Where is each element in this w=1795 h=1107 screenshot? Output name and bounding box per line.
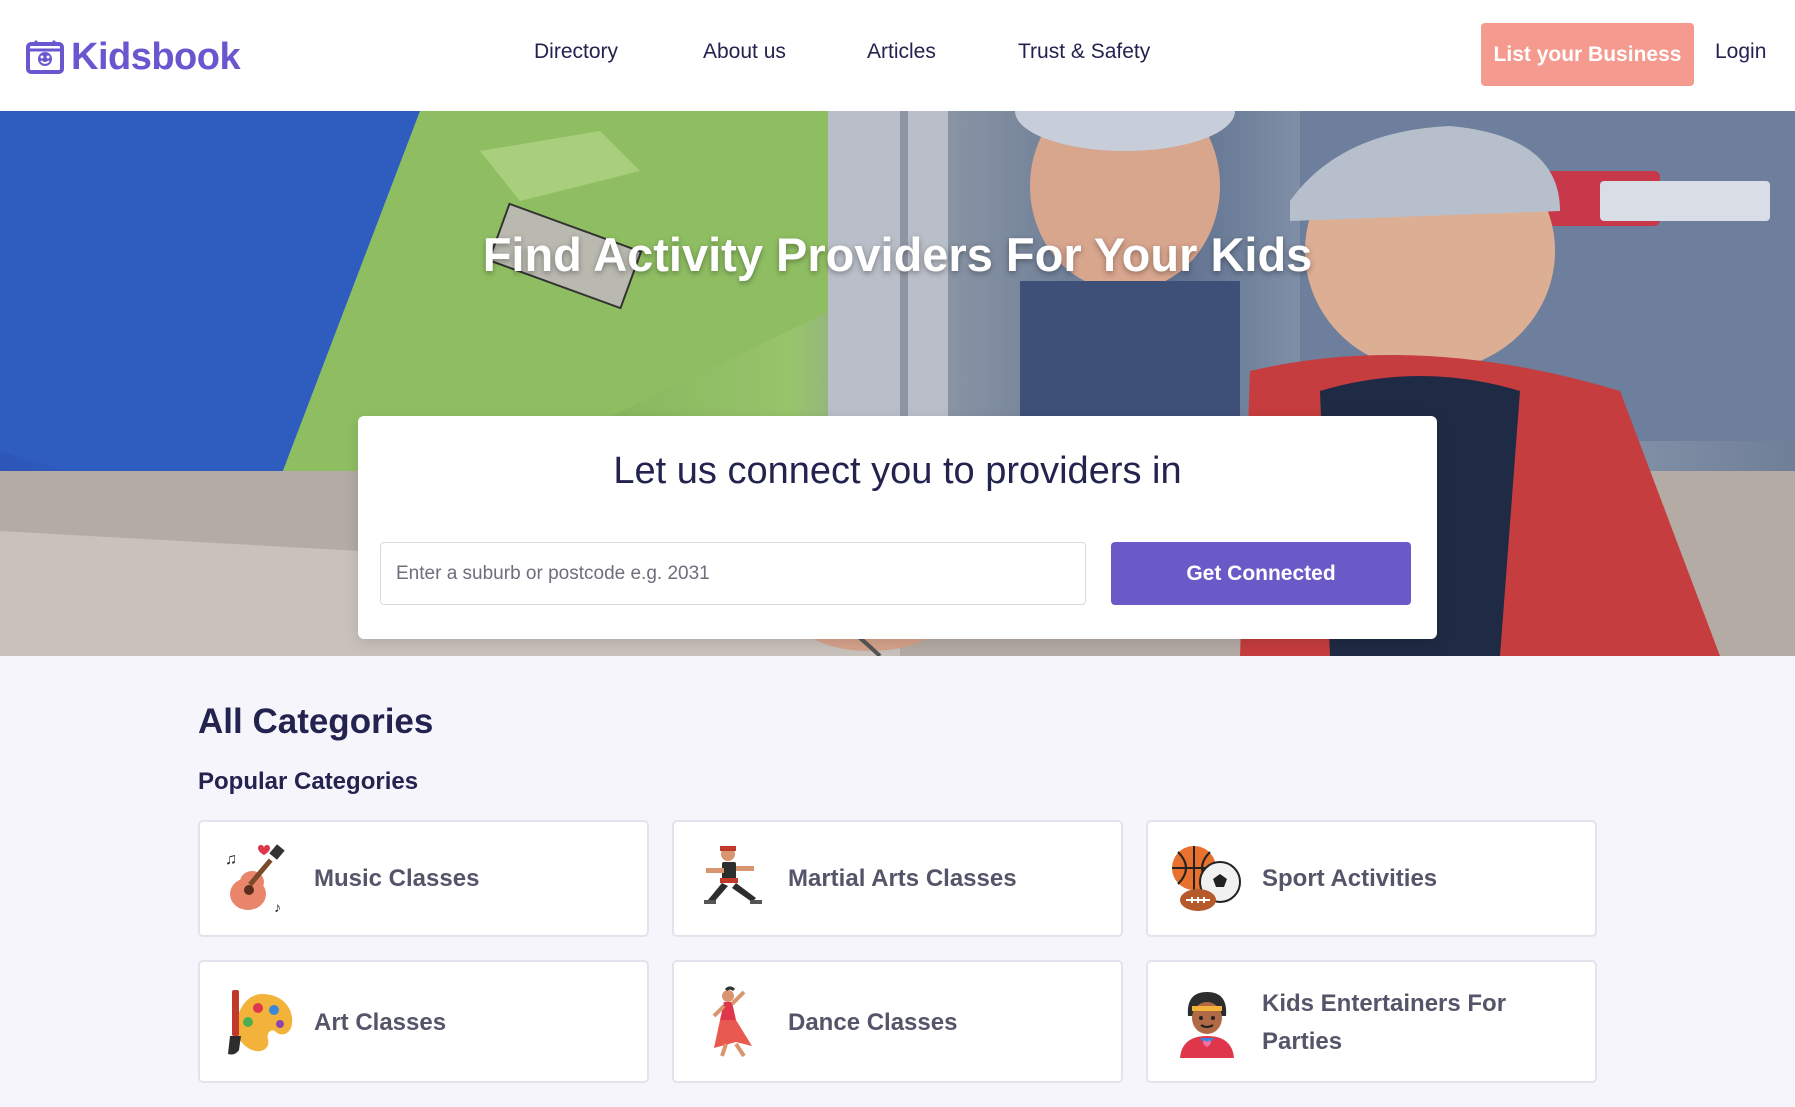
- nav-about-us[interactable]: About us: [703, 38, 786, 66]
- martial-arts-icon: [704, 846, 762, 904]
- connect-heading: Let us connect you to providers in: [613, 450, 1182, 492]
- hero-title: Find Activity Providers For Your Kids: [482, 228, 1313, 281]
- category-card-entertainers[interactable]: Kids Entertainers For Parties: [1146, 960, 1597, 1083]
- kidsbook-logo[interactable]: Kidsbook: [25, 36, 241, 78]
- category-label-entertainers: Kids Entertainers For Parties: [1262, 990, 1507, 1055]
- category-card-sport[interactable]: Sport Activities: [1146, 820, 1597, 937]
- all-categories-title: All Categories: [198, 702, 434, 741]
- category-label-art: Art Classes: [314, 1009, 447, 1036]
- suburb-input[interactable]: [380, 542, 1086, 605]
- category-card-music[interactable]: ♫ ♪ Music Classes: [198, 820, 649, 937]
- get-connected-button[interactable]: Get Connected: [1111, 542, 1411, 605]
- sport-balls-icon: [1172, 846, 1241, 911]
- logo-icon: [26, 39, 64, 74]
- entertainer-icon: [1180, 992, 1234, 1058]
- category-card-dance[interactable]: Dance Classes: [672, 960, 1123, 1083]
- category-card-art[interactable]: Art Classes: [198, 960, 649, 1083]
- nav-articles[interactable]: Articles: [867, 38, 936, 66]
- category-label-sport: Sport Activities: [1262, 865, 1438, 892]
- svg-text:♫: ♫: [225, 851, 237, 868]
- login-link[interactable]: Login: [1715, 38, 1766, 66]
- category-label-music: Music Classes: [314, 865, 480, 892]
- palette-icon: [228, 990, 293, 1055]
- nav-trust-safety[interactable]: Trust & Safety: [1018, 38, 1150, 66]
- site-header: Kidsbook Directory About us Articles Tru…: [0, 0, 1795, 111]
- category-card-martial-arts[interactable]: Martial Arts Classes: [672, 820, 1123, 937]
- connect-card: Let us connect you to providers in Get C…: [358, 416, 1437, 639]
- nav-directory[interactable]: Directory: [534, 38, 618, 66]
- category-label-dance: Dance Classes: [788, 1009, 958, 1036]
- svg-text:♪: ♪: [274, 899, 281, 915]
- list-your-business-button[interactable]: List your Business: [1481, 23, 1694, 86]
- category-label-martial-arts: Martial Arts Classes: [788, 865, 1017, 892]
- guitar-icon: ♫ ♪: [225, 844, 285, 915]
- dancer-icon: [712, 986, 752, 1058]
- logo-text: Kidsbook: [71, 36, 241, 78]
- popular-categories-subtitle: Popular Categories: [198, 768, 419, 795]
- hero-section: Find Activity Providers For Your Kids Le…: [0, 111, 1795, 656]
